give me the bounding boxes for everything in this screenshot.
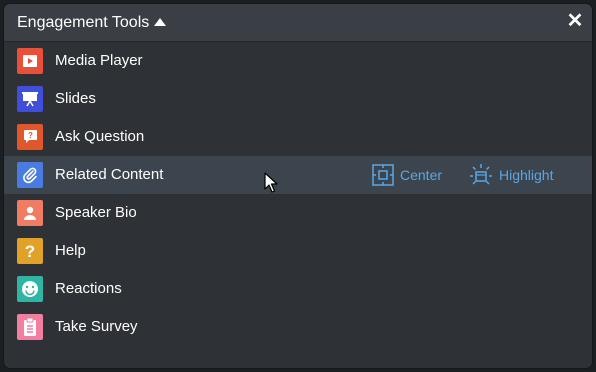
- person-icon: [17, 200, 43, 226]
- close-icon[interactable]: ✕: [564, 10, 586, 32]
- list-item-label: Media Player: [55, 52, 143, 69]
- highlight-label: Highlight: [499, 167, 554, 183]
- list-item-label: Slides: [55, 90, 96, 107]
- list-item-label: Help: [55, 242, 86, 259]
- panel-header[interactable]: Engagement Tools ✕: [4, 4, 592, 42]
- paperclip-icon: [17, 162, 43, 188]
- list-item-label: Take Survey: [55, 318, 138, 335]
- mouse-cursor-icon: [264, 172, 278, 193]
- list-item-media-player[interactable]: Media Player: [4, 42, 592, 80]
- list-item-label: Related Content: [55, 166, 164, 183]
- presentation-icon: [17, 86, 43, 112]
- svg-text:?: ?: [25, 242, 35, 260]
- list-item-related-content[interactable]: Related Content Center Highlight: [4, 156, 592, 194]
- list-item-slides[interactable]: Slides: [4, 80, 592, 118]
- highlight-button[interactable]: Highlight: [468, 163, 553, 187]
- clipboard-icon: [17, 314, 43, 340]
- list-item-label: Speaker Bio: [55, 204, 137, 221]
- caret-up-icon[interactable]: [154, 18, 166, 26]
- center-label: Center: [400, 167, 443, 183]
- question-mark-icon: ?: [17, 238, 43, 264]
- list-item-ask-question[interactable]: ? Ask Question: [4, 118, 592, 156]
- tools-list: Media Player Slides ? Ask Question Relat…: [4, 42, 592, 346]
- list-item-label: Ask Question: [55, 128, 145, 145]
- list-item-reactions[interactable]: Reactions: [4, 270, 592, 308]
- list-item-take-survey[interactable]: Take Survey: [4, 308, 592, 346]
- list-item-label: Reactions: [55, 280, 122, 297]
- list-item-speaker-bio[interactable]: Speaker Bio: [4, 194, 592, 232]
- panel-title[interactable]: Engagement Tools: [17, 14, 149, 32]
- smiley-icon: [17, 276, 43, 302]
- highlight-icon: [470, 164, 492, 185]
- svg-text:?: ?: [28, 131, 33, 140]
- list-item-help[interactable]: ? Help: [4, 232, 592, 270]
- engagement-tools-panel: Engagement Tools ✕ Media Player Slides ?…: [4, 4, 592, 368]
- question-bubble-icon: ?: [17, 124, 43, 150]
- play-icon: [17, 48, 43, 74]
- center-target-icon: [372, 164, 394, 186]
- center-button[interactable]: Center: [371, 163, 442, 187]
